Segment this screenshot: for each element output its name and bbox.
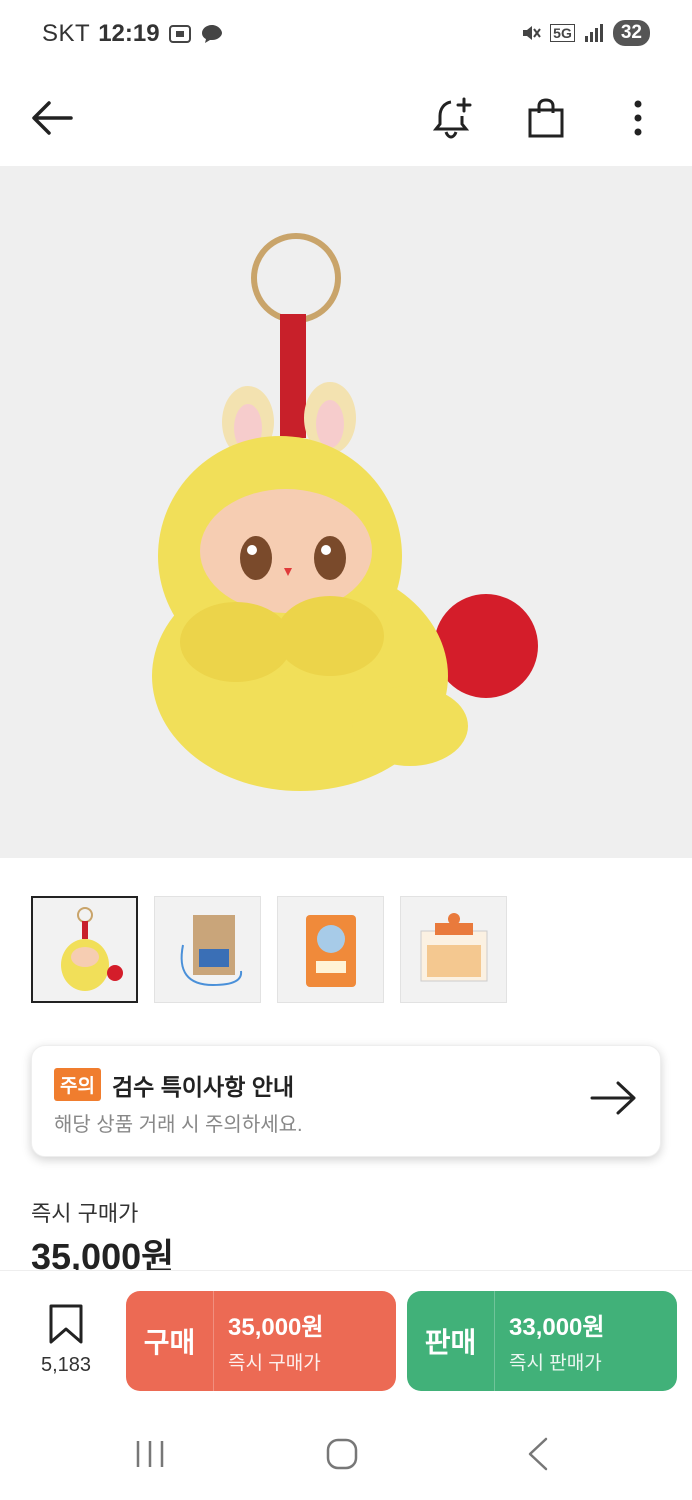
more-vertical-icon [634,100,642,136]
shopping-bag-icon [528,98,564,138]
thumbnail-2[interactable] [154,896,261,1003]
snack-pouch-thumbnail-image [305,914,356,987]
sell-button[interactable]: 판매 33,000원 즉시 판매가 [407,1291,677,1391]
chevron-left-icon [528,1437,548,1471]
bottom-action-bar: 5,183 구매 35,000원 즉시 구매가 판매 33,000원 즉시 판매… [0,1270,692,1410]
recent-apps-icon [136,1441,164,1467]
thumbnail-strip [31,896,507,1003]
chat-bubble-icon [201,25,222,43]
bookmark-button[interactable]: 5,183 [33,1303,99,1377]
notice-title: 검수 특이사항 안내 [112,1074,295,1100]
home-button[interactable] [322,1436,362,1472]
sell-desc: 즉시 판매가 [509,1353,602,1374]
signal-icon [584,24,603,42]
battery-indicator: 32 [612,20,650,46]
app-bar [0,70,692,166]
plush-keychain-illustration [152,233,538,791]
instant-buy-price-label: 즉시 구매가 [31,1201,139,1226]
notification-add-button[interactable] [424,88,484,148]
thumbnail-3[interactable] [277,896,384,1003]
system-back-button[interactable] [518,1436,558,1472]
more-menu-button[interactable] [608,88,668,148]
recent-apps-button[interactable] [130,1436,170,1472]
thumbnail-4[interactable] [400,896,507,1003]
clock: 12:19 [98,20,160,47]
buy-desc: 즉시 구매가 [228,1353,321,1374]
sell-amount: 33,000원 [509,1314,605,1341]
status-bar: SKT 12:19 5G 32 [0,0,692,70]
inspection-notice-card[interactable]: 주의 검수 특이사항 안내 해당 상품 거래 시 주의하세요. [31,1045,661,1157]
carrier-label: SKT [42,20,91,47]
mute-icon [523,26,541,40]
system-navigation-bar [0,1410,692,1500]
buy-label: 구매 [126,1291,214,1391]
home-icon [326,1438,358,1470]
thumbnail-1[interactable] [31,896,138,1003]
product-main-image[interactable] [0,166,692,858]
buy-button[interactable]: 구매 35,000원 즉시 구매가 [126,1291,396,1391]
buy-amount: 35,000원 [228,1314,324,1341]
bell-plus-icon [433,97,472,139]
back-arrow-icon [32,101,73,135]
notice-subtitle: 해당 상품 거래 시 주의하세요. [54,1114,303,1136]
bookmark-count: 5,183 [40,1354,92,1376]
screenshot-icon [168,25,191,43]
bookmark-icon [49,1304,83,1344]
arrow-right-icon [590,1081,636,1115]
cart-button[interactable] [516,88,576,148]
caution-badge: 주의 [54,1068,101,1101]
paper-bag-thumbnail-image [180,914,242,986]
display-box-thumbnail-image [420,912,487,981]
back-button[interactable] [22,88,82,148]
keychain-thumbnail-image [60,906,123,991]
network-label: 5G [550,24,575,42]
sell-label: 판매 [407,1291,495,1391]
